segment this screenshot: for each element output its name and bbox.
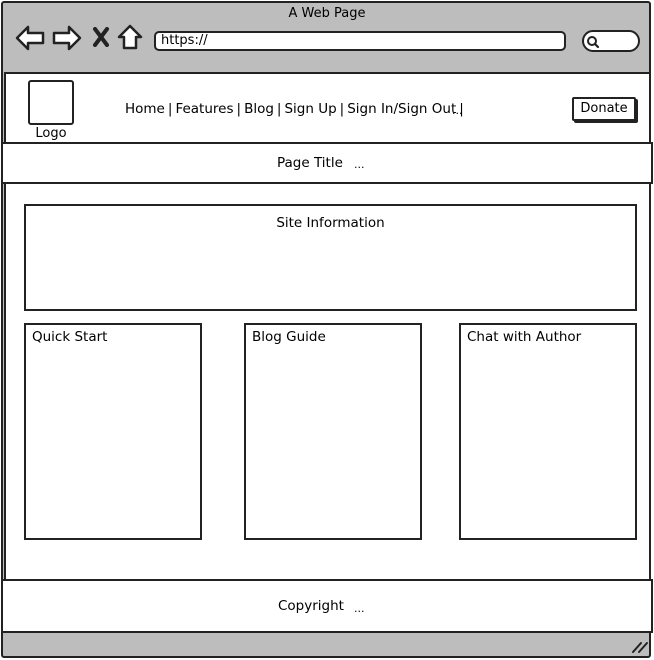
title-more: ... [354, 158, 365, 171]
nav-link-home[interactable]: Home [125, 101, 165, 117]
blog-guide-label: Blog Guide [252, 329, 326, 345]
page-title: Page Title [277, 155, 343, 171]
nav-more[interactable]: ... [452, 104, 463, 117]
main-nav: Home | Features | Blog | Sign Up | Sign In/Sign … [125, 101, 467, 117]
site-information-label: Site Information [276, 215, 385, 231]
nav-separator: | [167, 101, 173, 117]
nav-separator: | [339, 101, 345, 117]
logo-image[interactable] [28, 80, 74, 125]
resize-grip-icon[interactable] [630, 640, 648, 654]
footer-more: ... [354, 602, 365, 615]
blog-guide-panel: Blog Guide [244, 323, 422, 540]
search-icon [587, 36, 600, 49]
forward-arrow-icon[interactable] [52, 25, 82, 51]
nav-link-sign-in-out[interactable]: Sign In/Sign Out [347, 101, 456, 117]
site-information-panel: Site Information [24, 204, 637, 311]
window-title: A Web Page [288, 6, 366, 21]
url-field[interactable]: https:// [154, 31, 566, 51]
donate-button[interactable]: Donate [572, 97, 636, 121]
logo-label: Logo [35, 126, 67, 141]
quick-start-label: Quick Start [32, 329, 108, 345]
back-arrow-icon[interactable] [15, 25, 45, 51]
nav-link-sign-up[interactable]: Sign Up [284, 101, 336, 117]
nav-separator: | [276, 101, 282, 117]
copyright-text: Copyright [278, 598, 344, 614]
quick-start-panel: Quick Start [24, 323, 202, 540]
nav-link-features[interactable]: Features [175, 101, 233, 117]
home-icon[interactable] [117, 24, 143, 50]
nav-link-blog[interactable]: Blog [244, 101, 274, 117]
search-field[interactable] [582, 30, 640, 52]
chat-with-author-panel: Chat with Author [459, 323, 637, 540]
close-icon[interactable] [92, 27, 110, 47]
chat-with-author-label: Chat with Author [467, 329, 582, 345]
nav-separator: | [236, 101, 242, 117]
